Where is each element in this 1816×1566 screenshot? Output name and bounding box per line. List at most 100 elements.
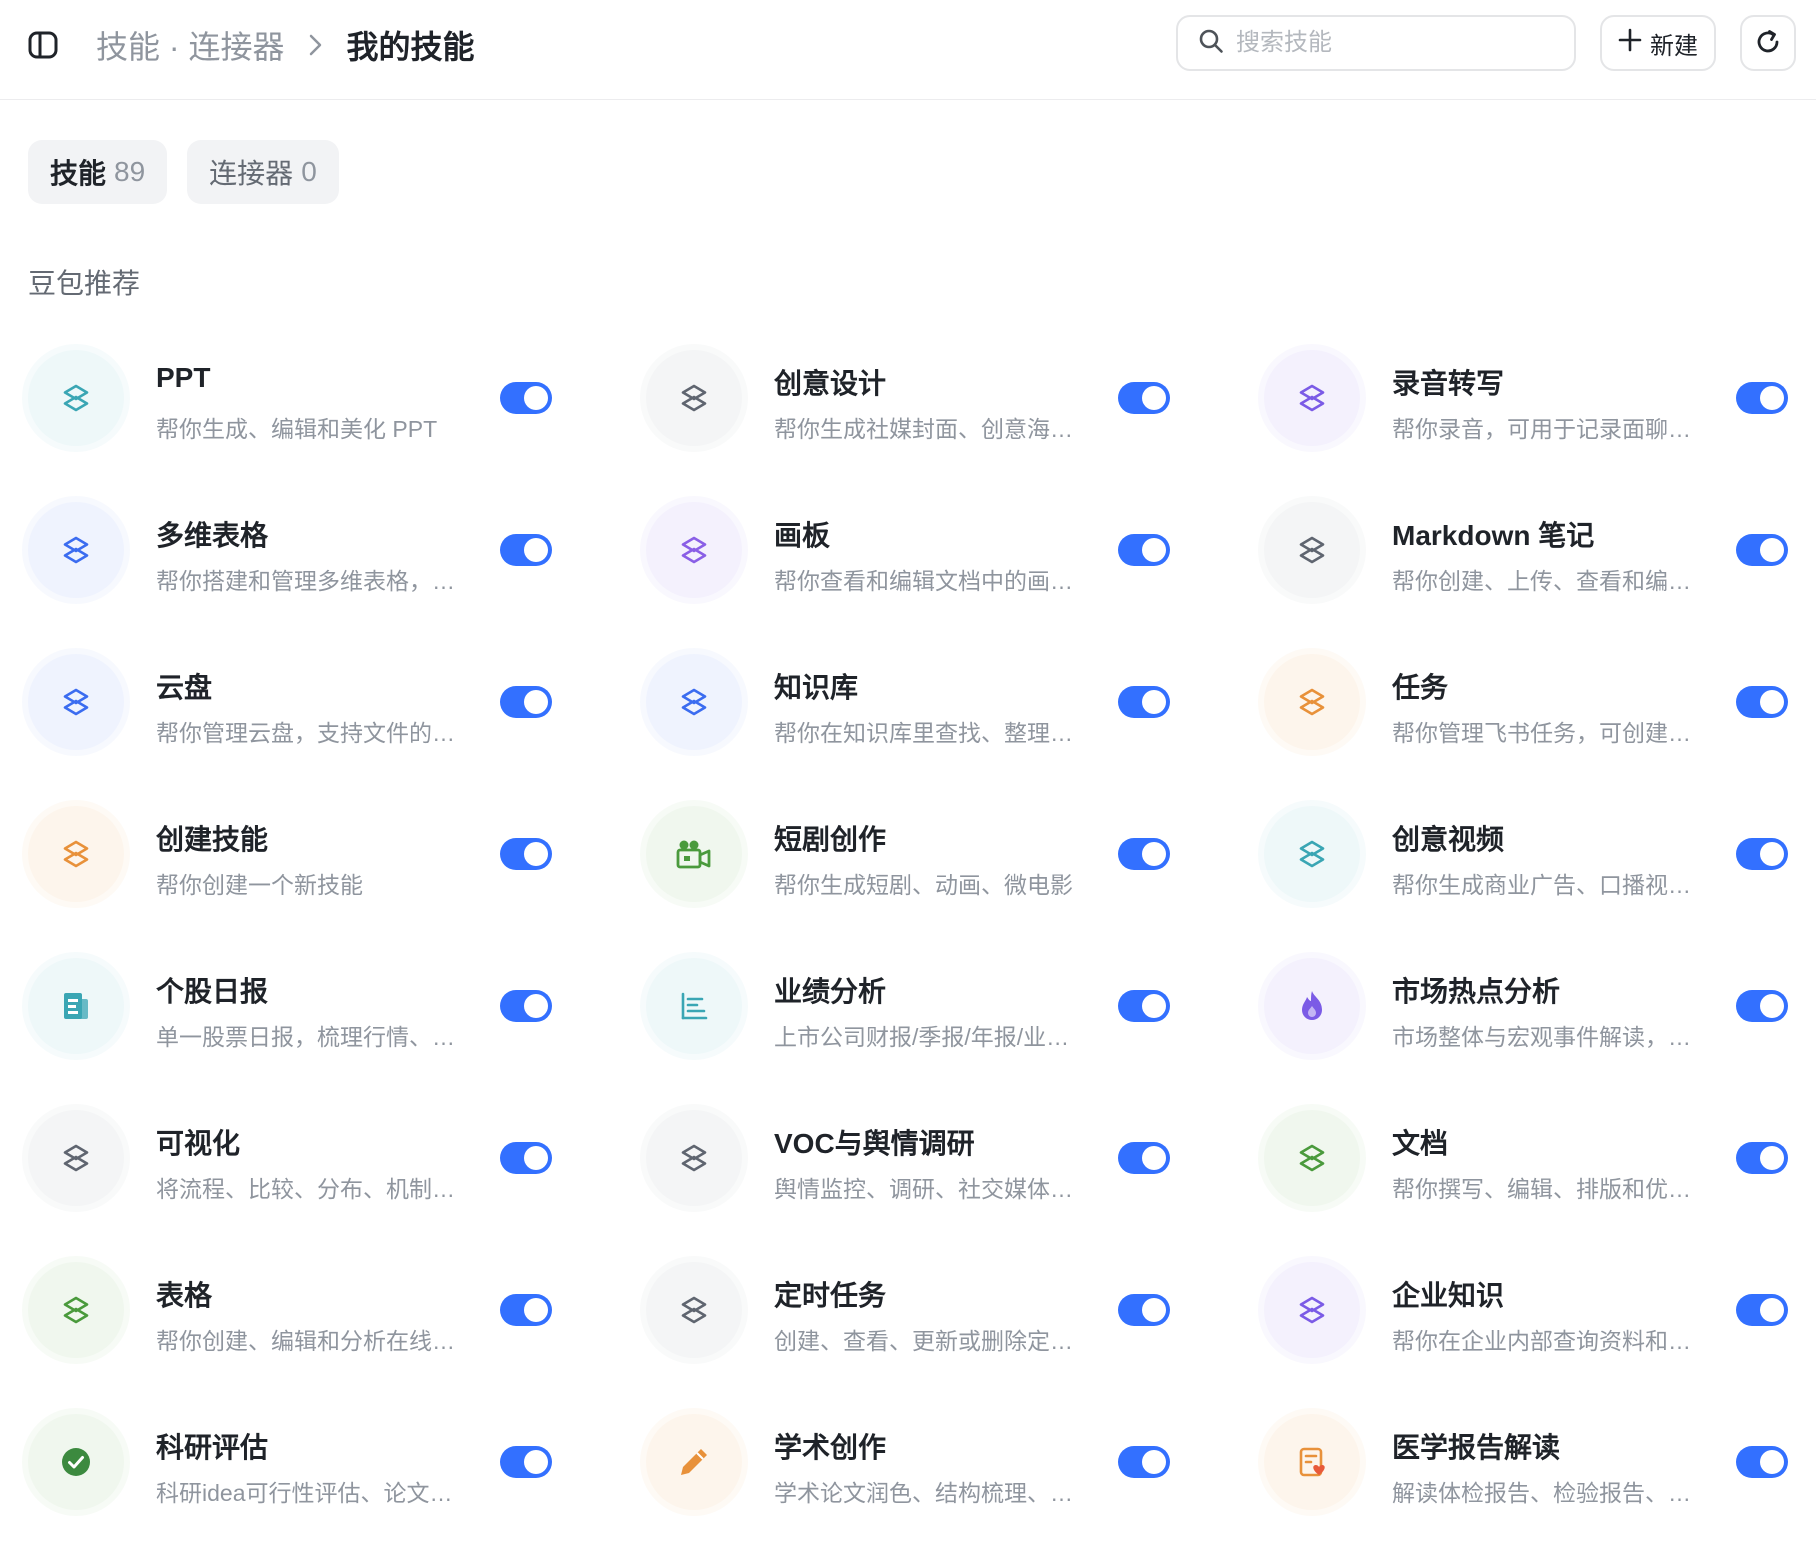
skill-name: Markdown 笔记 [1392,520,1595,551]
skill-name: 定时任务 [774,1280,887,1311]
skill-toggle[interactable] [1118,1294,1170,1326]
skill-toggle[interactable] [500,382,552,414]
skill-icon-badge [28,1110,124,1206]
layers-icon [60,686,92,718]
tab-connectors[interactable]: 连接器 0 [187,140,339,204]
skill-card[interactable]: PPT 帮你生成、编辑和美化 PPT [28,350,646,502]
skill-name: 知识库 [774,672,859,703]
skill-toggle[interactable] [1736,1294,1788,1326]
skill-card[interactable]: 表格 帮你创建、编辑和分析在线表格 [28,1262,646,1414]
skill-description: 上市公司财报/季报/年报/业绩分析 [774,1024,1086,1050]
skill-toggle[interactable] [1118,838,1170,870]
skill-icon-badge [1264,350,1360,446]
layers-icon [1296,686,1328,718]
breadcrumb: 技能 · 连接器 我的技能 [96,22,474,68]
skill-card[interactable]: 定时任务 创建、查看、更新或删除定时任务 [646,1262,1264,1414]
refresh-button[interactable] [1740,15,1796,71]
skill-icon-badge [646,1110,742,1206]
skill-name: 多维表格 [156,520,269,551]
skill-description: 市场整体与宏观事件解读，追踪热点 [1392,1024,1704,1050]
skill-card[interactable]: 多维表格帮你搭建和管理多维表格，处理数据 [28,502,646,654]
toggle-knob [1760,994,1784,1018]
search-box[interactable] [1176,15,1576,71]
skill-card[interactable]: 画板 帮你查看和编辑文档中的画板内容 [646,502,1264,654]
skill-icon-badge [1264,1262,1360,1358]
skill-toggle[interactable] [500,1142,552,1174]
report-icon [60,989,92,1023]
toggle-knob [1142,842,1166,866]
skill-icon-badge [646,958,742,1054]
skill-icon-badge [28,502,124,598]
toggle-knob [1142,538,1166,562]
skill-card[interactable]: 知识库 帮你在知识库里查找、整理和归档 [646,654,1264,806]
skill-toggle[interactable] [1736,686,1788,718]
skill-toggle[interactable] [1118,1142,1170,1174]
skill-icon-badge [1264,502,1360,598]
skill-toggle[interactable] [1118,534,1170,566]
skill-card[interactable]: 业绩分析 上市公司财报/季报/年报/业绩分析 [646,958,1264,1110]
skill-toggle[interactable] [1736,1142,1788,1174]
skill-name: 表格 [156,1280,213,1311]
skill-toggle[interactable] [500,686,552,718]
skill-card[interactable]: 云盘帮你管理云盘，支持文件的上传和下载 [28,654,646,806]
skill-card[interactable]: 科研评估科研idea可行性评估、论文评审 [28,1414,646,1566]
toggle-knob [1760,1146,1784,1170]
skill-description: 单一股票日报，梳理行情、资讯与观点 [156,1024,468,1050]
skill-toggle[interactable] [1118,990,1170,1022]
skill-card[interactable]: VOC与舆情调研 舆情监控、调研、社交媒体分析 [646,1110,1264,1262]
skill-card[interactable]: 任务帮你管理飞书任务，可创建和更新任务 [1264,654,1794,806]
medical-report-icon [1296,1445,1328,1479]
skill-toggle[interactable] [1118,686,1170,718]
skill-card[interactable]: 个股日报单一股票日报，梳理行情、资讯与观点 [28,958,646,1110]
skill-card[interactable]: 文档 帮你撰写、编辑、排版和优化文档 [1264,1110,1794,1262]
sidebar-toggle-icon[interactable] [26,28,60,62]
skill-toggle[interactable] [1736,1446,1788,1478]
skill-description: 科研idea可行性评估、论文评审 [156,1480,468,1506]
skill-card[interactable]: 可视化将流程、比较、分布、机制等可视化 [28,1110,646,1262]
skill-name: 科研评估 [156,1432,269,1463]
skill-toggle[interactable] [1118,382,1170,414]
toggle-knob [524,994,548,1018]
bar-list-icon [678,990,710,1022]
skill-toggle[interactable] [500,1446,552,1478]
skill-toggle[interactable] [1118,1446,1170,1478]
skill-card[interactable]: 短剧创作 帮你生成短剧、动画、微电影 [646,806,1264,958]
search-input[interactable] [1236,29,1556,57]
skill-name: VOC与舆情调研 [774,1128,975,1159]
skill-name: 画板 [774,520,831,551]
layers-icon [1296,1142,1328,1174]
skill-card[interactable]: 创建技能 帮你创建一个新技能 [28,806,646,958]
skill-icon-badge [28,1414,124,1510]
section-title: 豆包推荐 [28,268,141,299]
skill-icon-badge [1264,958,1360,1054]
skill-name: 任务 [1392,672,1449,703]
skill-toggle[interactable] [1736,534,1788,566]
toggle-knob [1142,1298,1166,1322]
skill-card[interactable]: 创意设计帮你生成社媒封面、创意海报等设计作品 [646,350,1264,502]
skill-toggle[interactable] [1736,838,1788,870]
skill-card[interactable]: 企业知识 帮你在企业内部查询资料和知识 [1264,1262,1794,1414]
new-button[interactable]: 新建 [1600,15,1716,71]
skill-description: 帮你生成、编辑和美化 PPT [156,416,438,442]
skill-toggle[interactable] [1736,990,1788,1022]
skill-card[interactable]: 医学报告解读解读体检报告、检验报告、影像报告 [1264,1414,1794,1566]
skill-name: 创意设计 [774,368,887,399]
skill-card[interactable]: 市场热点分析市场整体与宏观事件解读，追踪热点 [1264,958,1794,1110]
skill-description: 帮你撰写、编辑、排版和优化文档 [1392,1176,1704,1202]
skill-toggle[interactable] [500,838,552,870]
layers-icon [678,1142,710,1174]
skill-card[interactable]: 创意视频帮你生成商业广告、口播视频等内容 [1264,806,1794,958]
skill-card[interactable]: Markdown 笔记 帮你创建、上传、查看和编辑笔记 [1264,502,1794,654]
skill-toggle[interactable] [500,534,552,566]
toggle-knob [524,538,548,562]
breadcrumb-parent[interactable]: 技能 · 连接器 [96,22,284,68]
skill-card[interactable]: 录音转写帮你录音，可用于记录面聊和会议内容 [1264,350,1794,502]
toggle-knob [524,1298,548,1322]
tab-skills[interactable]: 技能 89 [28,140,168,204]
skill-toggle[interactable] [1736,382,1788,414]
skill-toggle[interactable] [500,990,552,1022]
skill-card[interactable]: 学术创作学术论文润色、结构梳理、写作辅助 [646,1414,1264,1566]
skill-toggle[interactable] [500,1294,552,1326]
skill-name: 创意视频 [1392,824,1505,855]
skill-description: 帮你生成社媒封面、创意海报等设计作品 [774,416,1086,442]
